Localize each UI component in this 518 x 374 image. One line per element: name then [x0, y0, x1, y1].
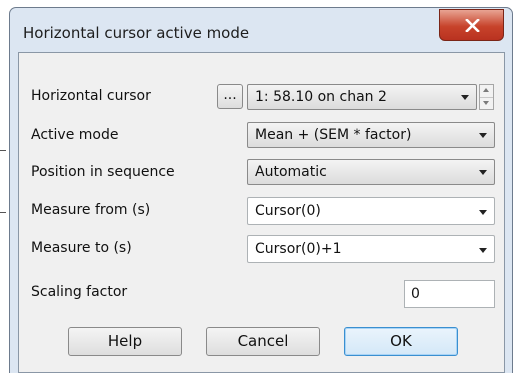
horizontal-cursor-select[interactable]: 1: 58.10 on chan 2: [247, 84, 477, 110]
window-title: Horizontal cursor active mode: [23, 24, 250, 42]
chevron-down-icon: [483, 101, 489, 105]
title-bar[interactable]: Horizontal cursor active mode: [10, 8, 512, 54]
measure-from-combo[interactable]: Cursor(0): [247, 197, 495, 225]
chevron-down-icon: [479, 170, 487, 175]
position-in-sequence-select[interactable]: Automatic: [247, 159, 495, 185]
background-mark: [0, 212, 6, 213]
measure-from-value: Cursor(0): [255, 203, 321, 219]
ok-button[interactable]: OK: [344, 327, 458, 356]
horizontal-cursor-label: Horizontal cursor: [31, 88, 151, 104]
scaling-factor-value: 0: [411, 286, 420, 302]
close-button[interactable]: [439, 9, 504, 41]
measure-to-label: Measure to (s): [31, 240, 132, 256]
close-icon: [465, 19, 480, 32]
scaling-factor-input[interactable]: 0: [404, 280, 495, 308]
cursor-spinner[interactable]: [479, 84, 494, 110]
active-mode-label: Active mode: [31, 127, 119, 143]
dialog-content: Horizontal cursor ... 1: 58.10 on chan 2…: [18, 52, 505, 373]
chevron-down-icon: [461, 95, 469, 100]
background-mark: [0, 150, 6, 151]
measure-to-combo[interactable]: Cursor(0)+1: [247, 235, 495, 263]
spin-down-button[interactable]: [480, 97, 493, 109]
position-in-sequence-value: Automatic: [255, 164, 327, 180]
position-in-sequence-label: Position in sequence: [31, 164, 175, 180]
browse-cursor-button[interactable]: ...: [217, 84, 243, 109]
chevron-down-icon: [479, 133, 487, 138]
measure-to-value: Cursor(0)+1: [255, 241, 342, 257]
scaling-factor-label: Scaling factor: [31, 284, 128, 300]
dialog-window: Horizontal cursor active mode Horizontal…: [9, 7, 513, 373]
help-button[interactable]: Help: [68, 327, 182, 356]
horizontal-cursor-value: 1: 58.10 on chan 2: [255, 89, 387, 105]
chevron-down-icon: [479, 210, 487, 215]
cancel-button[interactable]: Cancel: [206, 327, 320, 356]
chevron-down-icon: [479, 248, 487, 253]
active-mode-select[interactable]: Mean + (SEM * factor): [247, 122, 495, 148]
chevron-up-icon: [483, 88, 489, 92]
active-mode-value: Mean + (SEM * factor): [255, 127, 412, 143]
measure-from-label: Measure from (s): [31, 202, 151, 218]
